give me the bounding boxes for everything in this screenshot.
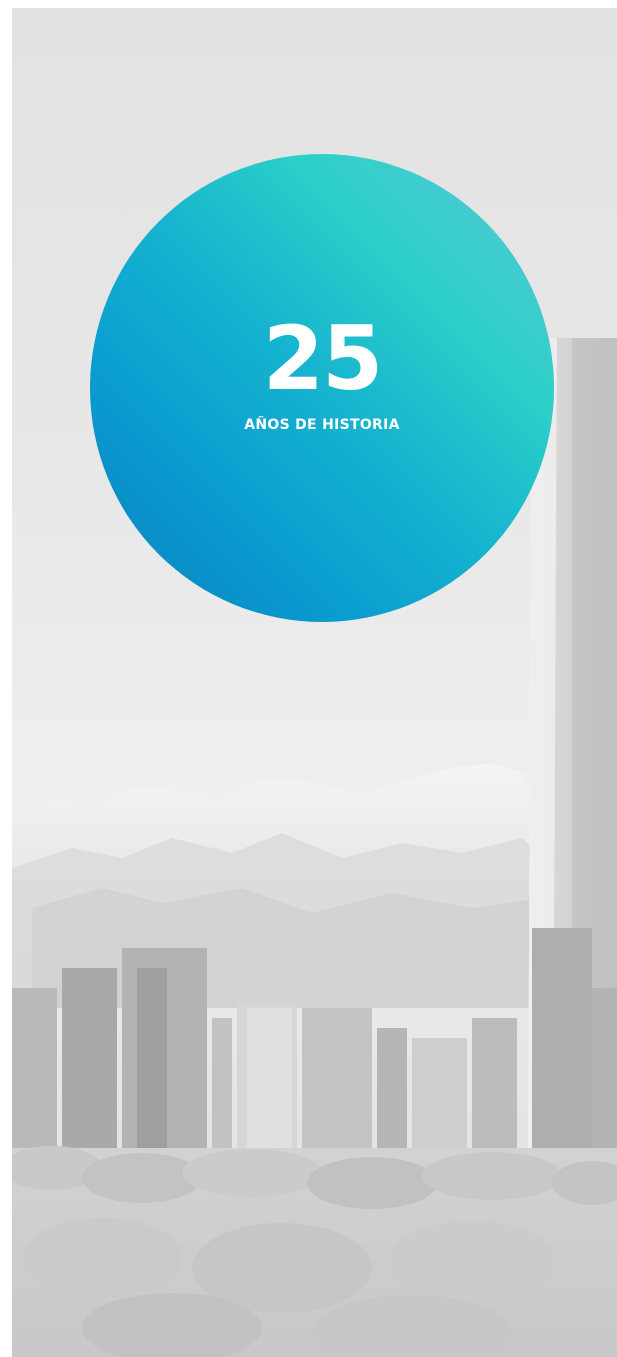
tree-canopy bbox=[12, 1146, 617, 1357]
years-caption: AÑOS DE HISTORIA bbox=[244, 417, 400, 433]
anniversary-badge: 25 AÑOS DE HISTORIA bbox=[90, 154, 554, 622]
history-card: 25 AÑOS DE HISTORIA bbox=[12, 8, 617, 1357]
years-count: 25 bbox=[262, 307, 383, 410]
